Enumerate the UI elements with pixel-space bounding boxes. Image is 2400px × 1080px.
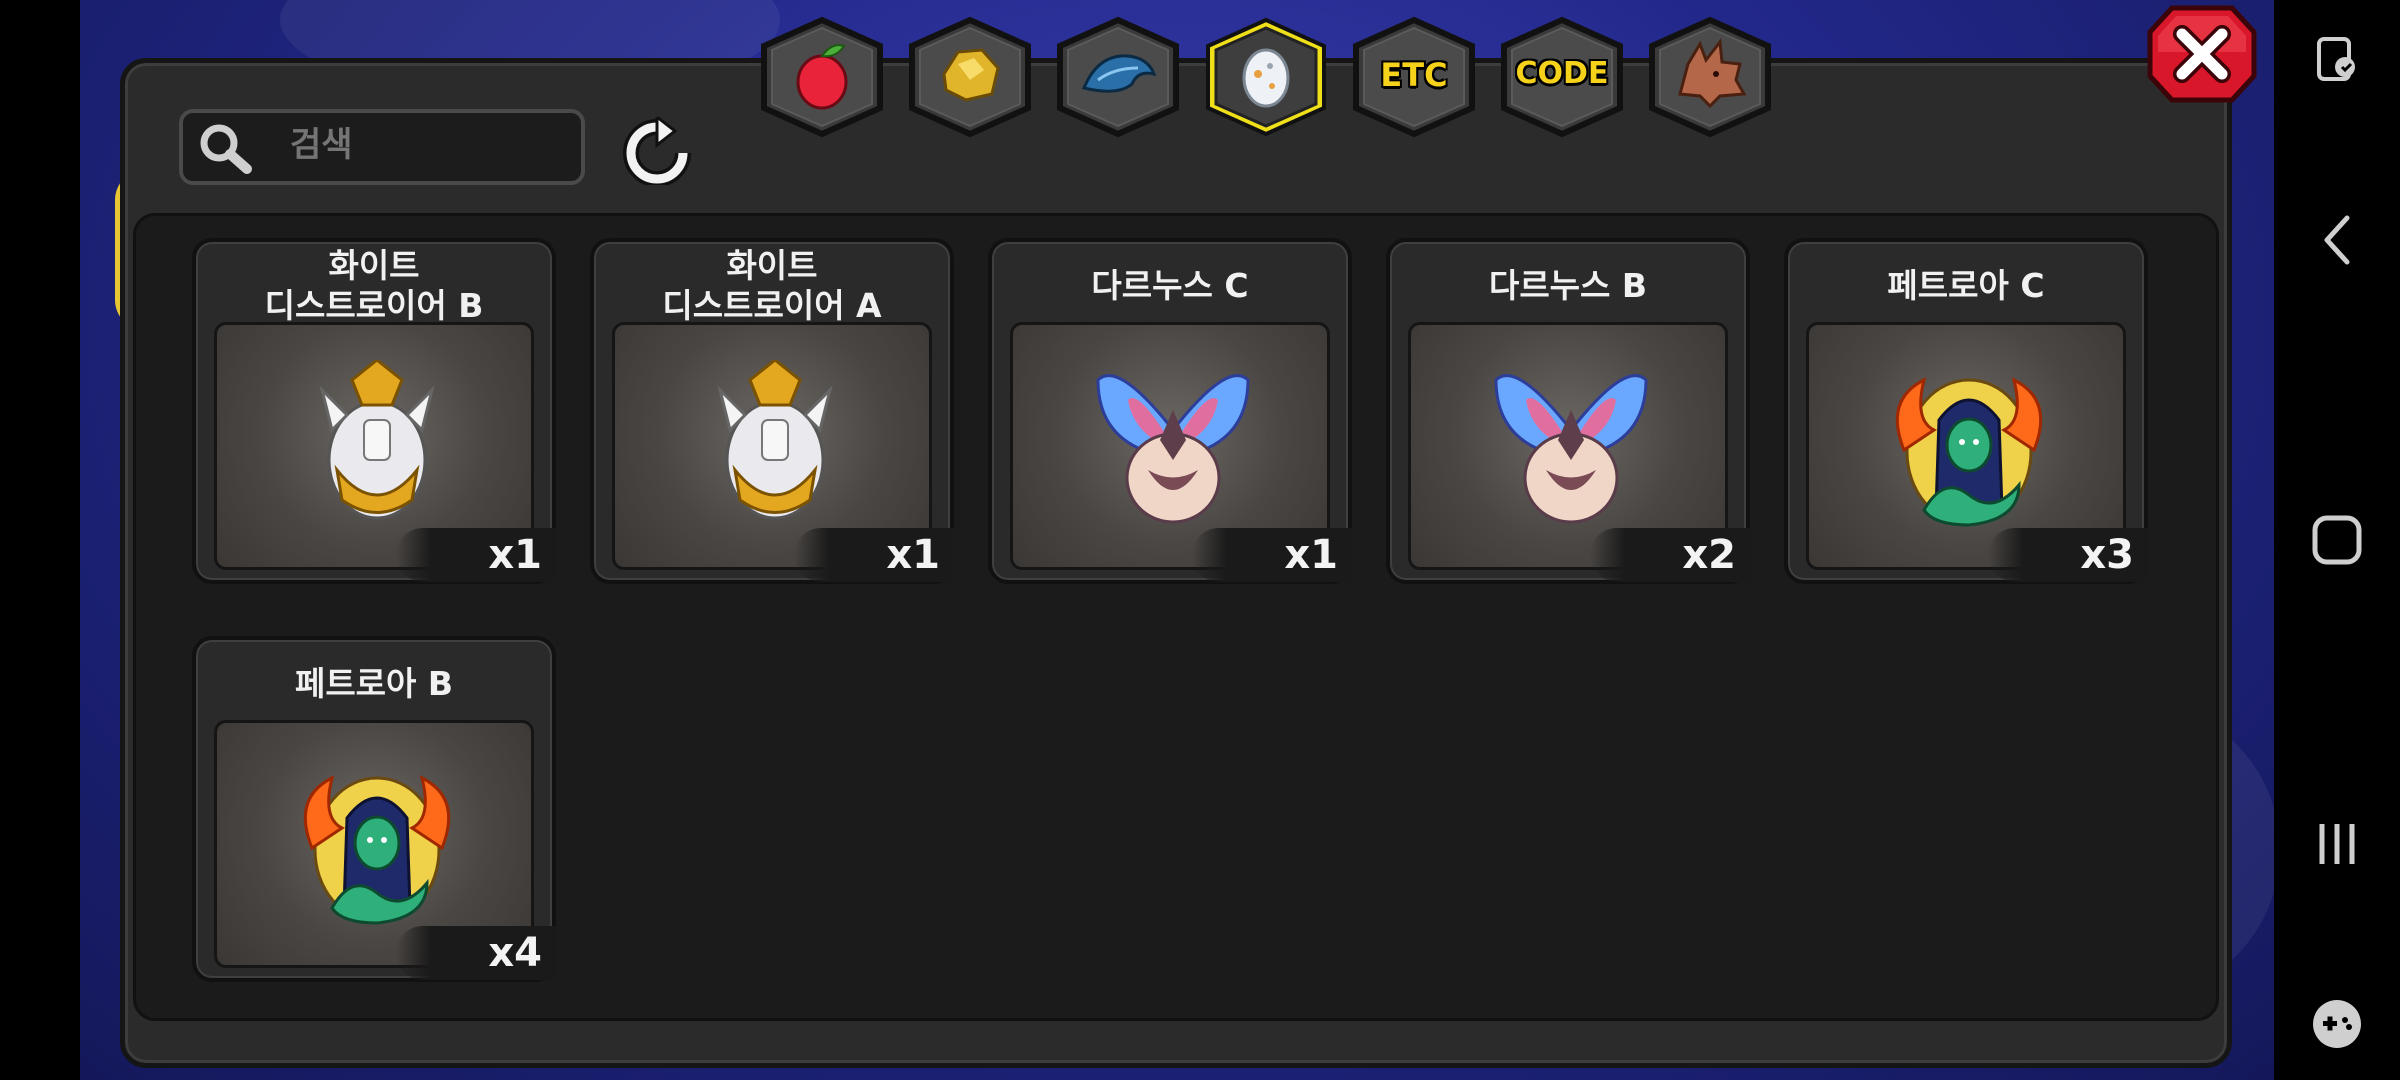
- tab-etc[interactable]: ETC: [1350, 16, 1478, 138]
- tab-code-label: CODE: [1515, 56, 1609, 91]
- game-controller-icon: [2313, 1000, 2361, 1048]
- red-fruit-icon: [796, 44, 848, 110]
- tab-fruit[interactable]: [758, 16, 886, 138]
- item-title: 화이트 디스트로이어 A: [662, 246, 882, 325]
- darnus-egg-icon: [1494, 374, 1648, 524]
- darnus-egg-icon: [1096, 374, 1250, 524]
- tab-ore[interactable]: [906, 16, 1034, 138]
- recents-button[interactable]: [2274, 804, 2400, 884]
- item-title: 페트로아 C: [1887, 266, 2045, 305]
- item-card-darnus-b[interactable]: 다르누스 B x2: [1386, 238, 1750, 584]
- tab-code[interactable]: CODE: [1498, 16, 1626, 138]
- blue-scale-icon: [1081, 54, 1157, 93]
- item-quantity: x4: [396, 926, 556, 980]
- tab-dragon[interactable]: [1646, 16, 1774, 138]
- screen-record-button[interactable]: [2274, 24, 2400, 94]
- back-icon: [2324, 215, 2350, 265]
- item-quantity: x1: [396, 528, 556, 582]
- recents-icon: [2319, 824, 2355, 864]
- game-tools-button[interactable]: [2274, 984, 2400, 1064]
- system-navigation-bar: [2274, 0, 2400, 1080]
- tab-egg[interactable]: [1202, 16, 1330, 138]
- home-button[interactable]: [2274, 500, 2400, 580]
- item-title: 페트로아 B: [294, 664, 454, 703]
- item-quantity: x1: [1192, 528, 1352, 582]
- item-title: 화이트 디스트로이어 B: [264, 246, 484, 325]
- item-quantity: x3: [1988, 528, 2148, 582]
- search-input[interactable]: [288, 125, 572, 166]
- refresh-button[interactable]: [617, 117, 697, 185]
- item-card-petroa-b[interactable]: 페트로아 B x4: [192, 636, 556, 982]
- item-title: 다르누스 B: [1488, 266, 1648, 305]
- close-button[interactable]: [2146, 4, 2258, 104]
- tab-etc-label: ETC: [1380, 56, 1448, 94]
- item-card-white-destroyer-b[interactable]: 화이트 디스트로이어 B x1: [192, 238, 556, 584]
- tab-scale[interactable]: [1054, 16, 1182, 138]
- search-icon: [200, 124, 252, 174]
- search-box[interactable]: [179, 109, 585, 185]
- white-destroyer-egg-icon: [717, 360, 833, 520]
- home-icon: [2312, 515, 2362, 565]
- petroa-egg-icon: [303, 775, 451, 925]
- item-list: 화이트 디스트로이어 B x1 화이트 디스트로이어 A x1 다르누스 C x…: [133, 213, 2219, 1021]
- item-title: 다르누스 C: [1091, 266, 1249, 305]
- item-card-petroa-c[interactable]: 페트로아 C x3: [1784, 238, 2148, 584]
- back-button[interactable]: [2274, 200, 2400, 280]
- screen-record-icon: [2317, 37, 2355, 81]
- item-card-darnus-c[interactable]: 다르누스 C x1: [988, 238, 1352, 584]
- petroa-egg-icon: [1895, 377, 2043, 527]
- item-card-white-destroyer-a[interactable]: 화이트 디스트로이어 A x1: [590, 238, 954, 584]
- item-inventory-panel: 화이트 디스트로이어 B x1 화이트 디스트로이어 A: [120, 58, 2232, 1068]
- egg-icon: [1242, 48, 1290, 108]
- item-quantity: x2: [1590, 528, 1750, 582]
- gold-ore-icon: [942, 48, 1000, 102]
- item-quantity: x1: [794, 528, 954, 582]
- white-destroyer-egg-icon: [319, 360, 435, 520]
- dragon-head-icon: [1678, 38, 1747, 109]
